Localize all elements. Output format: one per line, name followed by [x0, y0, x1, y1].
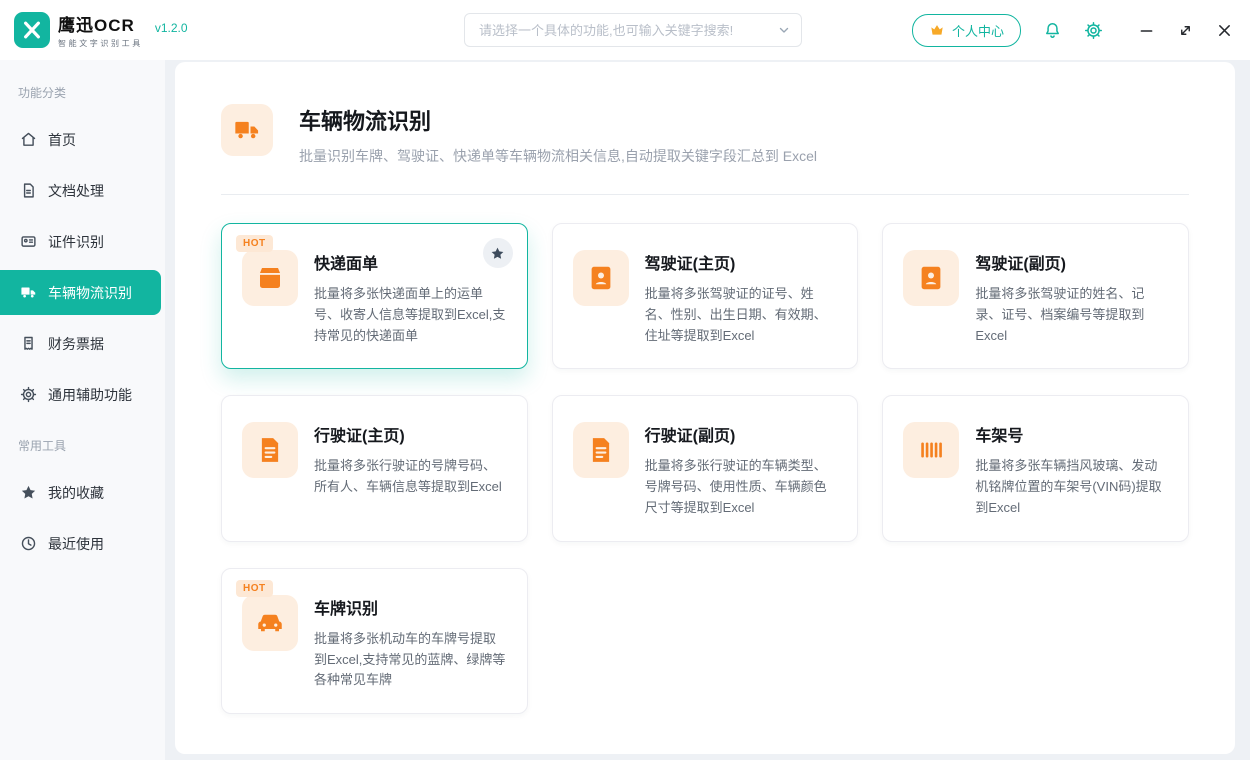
chevron-down-icon[interactable]: [777, 23, 791, 37]
id-badge-icon: [573, 250, 629, 306]
file-icon: [242, 422, 298, 478]
function-search-input[interactable]: [479, 23, 777, 38]
sidebar-item-label: 证件识别: [48, 232, 104, 252]
card-body: 车架号 批量将多张车辆挡风玻璃、发动机铭牌位置的车架号(VIN码)提取到Exce…: [975, 422, 1168, 518]
sidebar-section-label: 常用工具: [0, 423, 165, 464]
package-icon: [242, 250, 298, 306]
car-icon: [242, 595, 298, 651]
star-icon: [490, 246, 505, 261]
sidebar-item-home[interactable]: 首页: [0, 117, 165, 162]
window-controls: [1139, 23, 1232, 38]
app-window: 鹰迅OCR 智能文字识别工具 v1.2.0 个人中心: [0, 0, 1250, 760]
feature-card-vehicle-license-second[interactable]: 行驶证(副页) 批量将多张行驶证的车辆类型、号牌号码、使用性质、车辆颜色尺寸等提…: [552, 395, 859, 541]
brand-text: 鹰迅OCR 智能文字识别工具: [58, 11, 143, 49]
hot-badge: HOT: [236, 235, 273, 252]
star-icon: [20, 484, 37, 501]
sidebar-item-label: 首页: [48, 130, 76, 150]
feature-card-license-plate[interactable]: HOT 车牌识别 批量将多张机动车的车牌号提取到Excel,支持常见的蓝牌、绿牌…: [221, 568, 528, 714]
sidebar-item-id-recognition[interactable]: 证件识别: [0, 219, 165, 264]
card-body: 驾驶证(副页) 批量将多张驾驶证的姓名、记录、证号、档案编号等提取到Excel: [975, 250, 1168, 346]
topbar-right: 个人中心: [912, 14, 1232, 47]
card-body: 快递面单 批量将多张快递面单上的运单号、收寄人信息等提取到Excel,支持常见的…: [314, 250, 507, 346]
card-body: 驾驶证(主页) 批量将多张驾驶证的证号、姓名、性别、出生日期、有效期、住址等提取…: [645, 250, 838, 346]
card-title: 车架号: [975, 422, 1168, 446]
id-badge-icon: [903, 250, 959, 306]
feature-card-drivers-license-main[interactable]: 驾驶证(主页) 批量将多张驾驶证的证号、姓名、性别、出生日期、有效期、住址等提取…: [552, 223, 859, 369]
card-description: 批量将多张驾驶证的证号、姓名、性别、出生日期、有效期、住址等提取到Excel: [645, 284, 838, 346]
topbar: 鹰迅OCR 智能文字识别工具 v1.2.0 个人中心: [0, 0, 1250, 60]
feature-card-express-waybill[interactable]: HOT 快递面单 批量将多张快递面单上的运单号、收寄人信息等提取到Excel,支…: [221, 223, 528, 369]
resize-button[interactable]: [1178, 23, 1193, 38]
card-title: 驾驶证(副页): [975, 250, 1168, 274]
card-description: 批量将多张行驶证的号牌号码、所有人、车辆信息等提取到Excel: [314, 456, 507, 498]
version-badge: v1.2.0: [155, 21, 188, 35]
sidebar-item-finance[interactable]: 财务票据: [0, 321, 165, 366]
close-button[interactable]: [1217, 23, 1232, 38]
sidebar: 功能分类 首页 文档处理 证件识别: [0, 60, 165, 760]
gear-icon: [1084, 21, 1103, 40]
app-tagline: 智能文字识别工具: [58, 38, 143, 49]
card-description: 批量将多张驾驶证的姓名、记录、证号、档案编号等提取到Excel: [975, 284, 1168, 346]
card-body: 行驶证(主页) 批量将多张行驶证的号牌号码、所有人、车辆信息等提取到Excel: [314, 422, 507, 518]
card-description: 批量将多张机动车的车牌号提取到Excel,支持常见的蓝牌、绿牌等各种常见车牌: [314, 629, 507, 691]
sidebar-item-label: 最近使用: [48, 534, 104, 554]
card-description: 批量将多张快递面单上的运单号、收寄人信息等提取到Excel,支持常见的快递面单: [314, 284, 507, 346]
divider: [221, 194, 1189, 195]
card-title: 行驶证(主页): [314, 422, 507, 446]
feature-card-drivers-license-second[interactable]: 驾驶证(副页) 批量将多张驾驶证的姓名、记录、证号、档案编号等提取到Excel: [882, 223, 1189, 369]
document-icon: [20, 182, 37, 199]
id-card-icon: [20, 233, 37, 250]
sidebar-section-label: 功能分类: [0, 70, 165, 111]
hot-badge: HOT: [236, 580, 273, 597]
function-search-box[interactable]: [464, 13, 802, 47]
card-title: 车牌识别: [314, 595, 507, 619]
user-center-label: 个人中心: [952, 21, 1004, 40]
minimize-button[interactable]: [1139, 23, 1154, 38]
brand: 鹰迅OCR 智能文字识别工具 v1.2.0: [14, 11, 354, 49]
sidebar-item-label: 我的收藏: [48, 483, 104, 503]
sidebar-item-label: 文档处理: [48, 181, 104, 201]
page-title: 车辆物流识别: [299, 104, 817, 136]
settings-button[interactable]: [1084, 21, 1103, 40]
feature-card-vin-number[interactable]: 车架号 批量将多张车辆挡风玻璃、发动机铭牌位置的车架号(VIN码)提取到Exce…: [882, 395, 1189, 541]
sidebar-item-favorites[interactable]: 我的收藏: [0, 470, 165, 515]
gear-icon: [20, 386, 37, 403]
app-logo-icon: [14, 12, 50, 48]
vehicle-logistics-panel: 车辆物流识别 批量识别车牌、驾驶证、快递单等车辆物流相关信息,自动提取关键字段汇…: [175, 62, 1235, 754]
panel-header: 车辆物流识别 批量识别车牌、驾驶证、快递单等车辆物流相关信息,自动提取关键字段汇…: [221, 104, 1189, 166]
card-description: 批量将多张行驶证的车辆类型、号牌号码、使用性质、车辆颜色尺寸等提取到Excel: [645, 456, 838, 518]
receipt-icon: [20, 335, 37, 352]
bell-icon: [1043, 21, 1062, 40]
panel-header-text: 车辆物流识别 批量识别车牌、驾驶证、快递单等车辆物流相关信息,自动提取关键字段汇…: [299, 104, 817, 166]
card-body: 行驶证(副页) 批量将多张行驶证的车辆类型、号牌号码、使用性质、车辆颜色尺寸等提…: [645, 422, 838, 518]
sidebar-item-label: 车辆物流识别: [48, 283, 132, 303]
vin-barcode-icon: [903, 422, 959, 478]
card-title: 快递面单: [314, 250, 507, 274]
sidebar-item-recent[interactable]: 最近使用: [0, 521, 165, 566]
app-name: 鹰迅OCR: [58, 11, 143, 36]
card-body: 车牌识别 批量将多张机动车的车牌号提取到Excel,支持常见的蓝牌、绿牌等各种常…: [314, 595, 507, 691]
sidebar-item-vehicle-logistics[interactable]: 车辆物流识别: [0, 270, 161, 315]
feature-card-grid: HOT 快递面单 批量将多张快递面单上的运单号、收寄人信息等提取到Excel,支…: [221, 223, 1189, 714]
sidebar-item-utilities[interactable]: 通用辅助功能: [0, 372, 165, 417]
card-description: 批量将多张车辆挡风玻璃、发动机铭牌位置的车架号(VIN码)提取到Excel: [975, 456, 1168, 518]
user-center-button[interactable]: 个人中心: [912, 14, 1021, 47]
sidebar-item-label: 财务票据: [48, 334, 104, 354]
truck-icon: [20, 284, 37, 301]
sidebar-item-label: 通用辅助功能: [48, 385, 132, 405]
card-title: 行驶证(副页): [645, 422, 838, 446]
notifications-button[interactable]: [1043, 21, 1062, 40]
clock-icon: [20, 535, 37, 552]
home-icon: [20, 131, 37, 148]
crown-icon: [929, 22, 945, 38]
sidebar-item-documents[interactable]: 文档处理: [0, 168, 165, 213]
card-title: 驾驶证(主页): [645, 250, 838, 274]
truck-icon: [221, 104, 273, 156]
page-subtitle: 批量识别车牌、驾驶证、快递单等车辆物流相关信息,自动提取关键字段汇总到 Exce…: [299, 146, 817, 166]
file-icon: [573, 422, 629, 478]
main-content: 车辆物流识别 批量识别车牌、驾驶证、快递单等车辆物流相关信息,自动提取关键字段汇…: [165, 60, 1250, 760]
feature-card-vehicle-license-main[interactable]: 行驶证(主页) 批量将多张行驶证的号牌号码、所有人、车辆信息等提取到Excel: [221, 395, 528, 541]
favorite-button[interactable]: [483, 238, 513, 268]
search-wrap: [354, 13, 912, 47]
